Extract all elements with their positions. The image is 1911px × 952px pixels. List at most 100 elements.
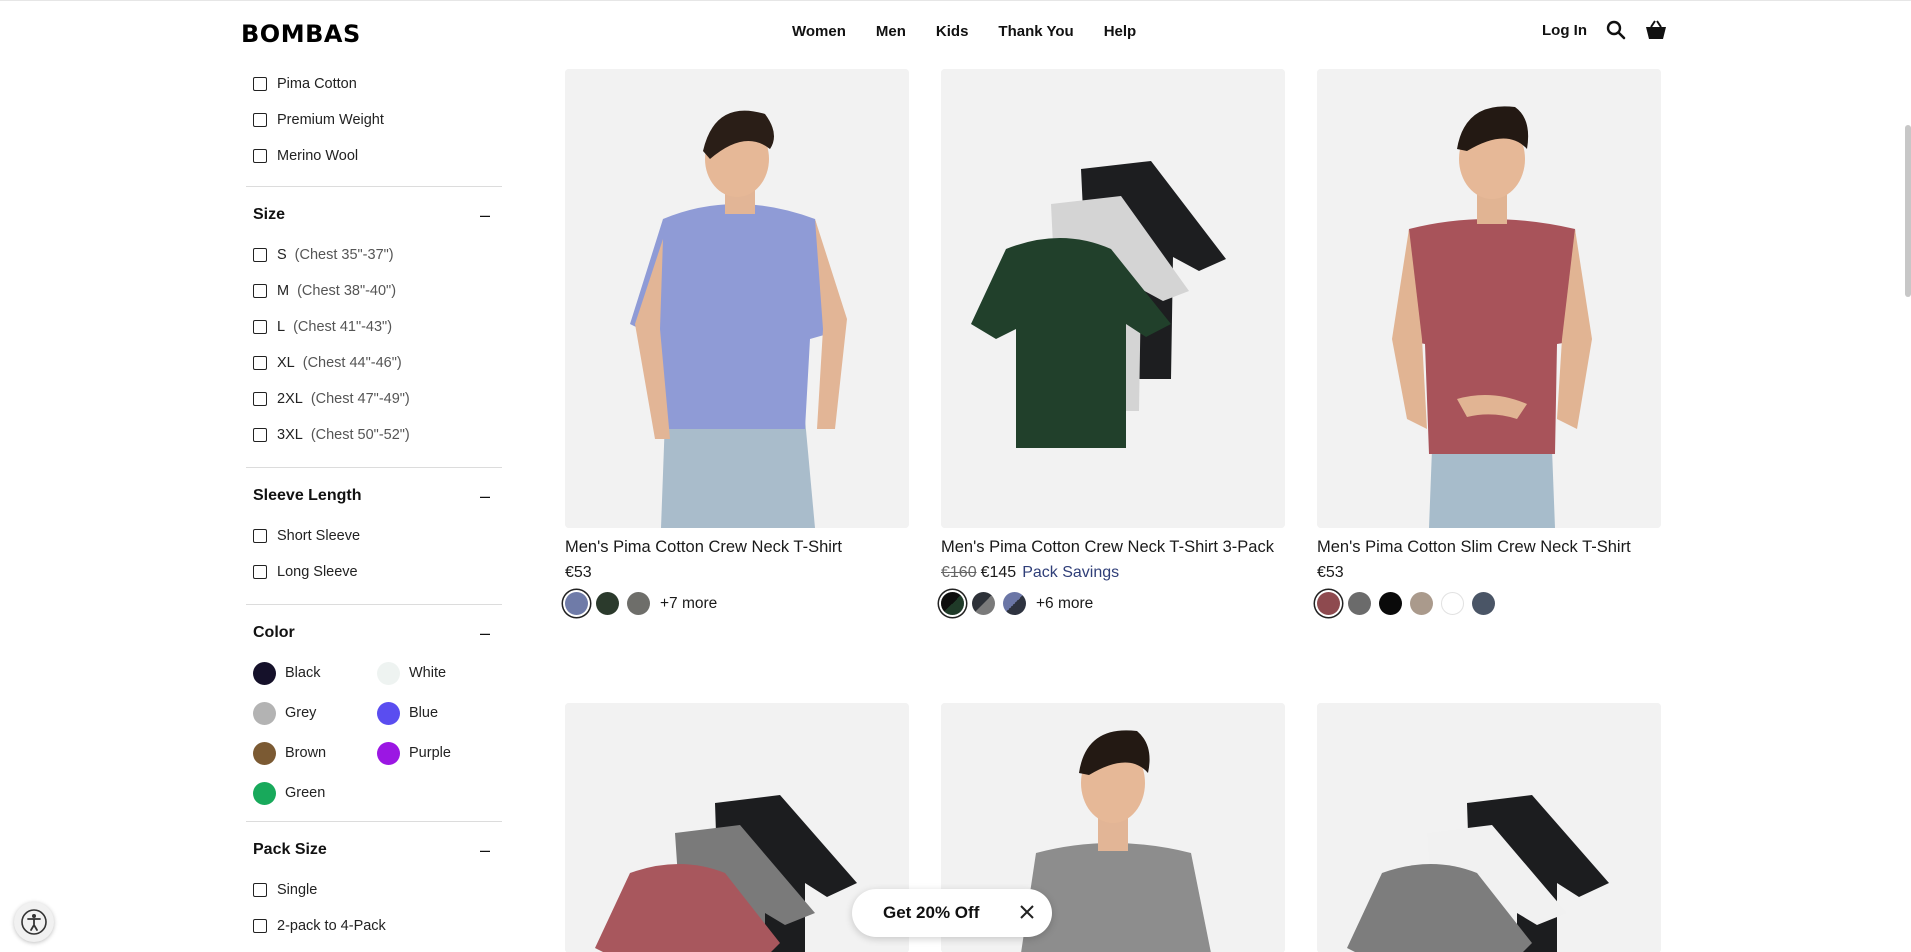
filter-color-green[interactable]: Green: [253, 773, 377, 813]
nav-women[interactable]: Women: [792, 23, 846, 40]
product-image[interactable]: [941, 69, 1285, 528]
checkbox[interactable]: [253, 248, 267, 262]
filter-size-3xl[interactable]: 3XL (Chest 50"-52"): [246, 417, 502, 453]
price: €53: [565, 564, 909, 582]
size-label: 2XL: [277, 391, 303, 407]
product-title[interactable]: Men's Pima Cotton Crew Neck T-Shirt: [565, 537, 909, 558]
checkbox[interactable]: [253, 565, 267, 579]
product-image[interactable]: [1317, 69, 1661, 528]
filter-size-l[interactable]: L (Chest 41"-43"): [246, 309, 502, 345]
swatch[interactable]: [1379, 592, 1402, 615]
close-icon[interactable]: [1018, 903, 1036, 926]
bombas-logo[interactable]: BOMBAS: [241, 20, 361, 48]
filter-size-m[interactable]: M (Chest 38"-40"): [246, 273, 502, 309]
filter-size-2xl[interactable]: 2XL (Chest 47"-49"): [246, 381, 502, 417]
checkbox[interactable]: [253, 284, 267, 298]
swatch[interactable]: [972, 592, 995, 615]
product-card[interactable]: Men's Pima Cotton Crew Neck T-Shirt €53 …: [565, 69, 909, 615]
product-card[interactable]: [1317, 703, 1661, 952]
search-icon[interactable]: [1605, 19, 1627, 41]
filter-color-brown[interactable]: Brown: [253, 733, 377, 773]
color-label: Brown: [285, 745, 327, 761]
swatch[interactable]: [1317, 592, 1340, 615]
nav-help[interactable]: Help: [1104, 23, 1137, 40]
checkbox[interactable]: [253, 392, 267, 406]
more-colors-link[interactable]: +6 more: [1036, 595, 1093, 613]
filter-long-sleeve[interactable]: Long Sleeve: [246, 554, 502, 590]
checkbox[interactable]: [253, 356, 267, 370]
filter-short-sleeve[interactable]: Short Sleeve: [246, 518, 502, 554]
sleeve-filter-header[interactable]: Sleeve Length –: [246, 468, 502, 524]
nav-kids[interactable]: Kids: [936, 23, 969, 40]
color-swatch[interactable]: [253, 701, 276, 725]
filter-pima-cotton[interactable]: Pima Cotton: [246, 66, 502, 102]
checkbox[interactable]: [253, 149, 267, 163]
filter-color-purple[interactable]: Purple: [377, 733, 501, 773]
swatch[interactable]: [627, 592, 650, 615]
pack-options: Single 2-pack to 4-Pack: [246, 872, 502, 944]
swatch[interactable]: [1410, 592, 1433, 615]
filter-color-white[interactable]: White: [377, 653, 501, 693]
filter-size-xl[interactable]: XL (Chest 44"-46"): [246, 345, 502, 381]
checkbox[interactable]: [253, 919, 267, 933]
header-actions: Log In: [1542, 19, 1667, 41]
color-swatch[interactable]: [377, 661, 400, 685]
color-swatch[interactable]: [253, 661, 276, 685]
product-title[interactable]: Men's Pima Cotton Crew Neck T-Shirt 3-Pa…: [941, 537, 1285, 558]
filter-2-to-4-pack[interactable]: 2-pack to 4-Pack: [246, 908, 502, 944]
product-image[interactable]: [1317, 703, 1661, 952]
main-nav: Women Men Kids Thank You Help: [792, 23, 1166, 40]
product-card[interactable]: Men's Pima Cotton Crew Neck T-Shirt 3-Pa…: [941, 69, 1285, 615]
checkbox[interactable]: [253, 320, 267, 334]
filter-merino-wool[interactable]: Merino Wool: [246, 138, 502, 174]
checkbox[interactable]: [253, 113, 267, 127]
size-label: L: [277, 319, 286, 335]
filter-label: Merino Wool: [277, 148, 359, 164]
filter-premium-weight[interactable]: Premium Weight: [246, 102, 502, 138]
swatch[interactable]: [941, 592, 964, 615]
checkbox[interactable]: [253, 883, 267, 897]
checkbox[interactable]: [253, 428, 267, 442]
nav-men[interactable]: Men: [876, 23, 906, 40]
collapse-icon[interactable]: –: [480, 206, 490, 224]
collapse-icon[interactable]: –: [480, 487, 490, 505]
collapse-icon[interactable]: –: [480, 841, 490, 859]
size-label: S: [277, 247, 287, 263]
promo-text[interactable]: Get 20% Off: [883, 903, 979, 923]
filter-sidebar: Pima Cotton Premium Weight Merino Wool S…: [246, 64, 502, 944]
swatch[interactable]: [1003, 592, 1026, 615]
swatch[interactable]: [1472, 592, 1495, 615]
swatch[interactable]: [596, 592, 619, 615]
filter-color-blue[interactable]: Blue: [377, 693, 501, 733]
cart-icon[interactable]: [1645, 19, 1667, 41]
swatch[interactable]: [1348, 592, 1371, 615]
product-title[interactable]: Men's Pima Cotton Slim Crew Neck T-Shirt: [1317, 537, 1661, 558]
site-header: BOMBAS Women Men Kids Thank You Help Log…: [0, 0, 1911, 64]
checkbox[interactable]: [253, 529, 267, 543]
color-swatch[interactable]: [253, 741, 276, 765]
accessibility-icon[interactable]: [14, 902, 54, 942]
swatch[interactable]: [1441, 592, 1464, 615]
page-scrollbar[interactable]: [1905, 125, 1911, 297]
checkbox[interactable]: [253, 77, 267, 91]
collapse-icon[interactable]: –: [480, 624, 490, 642]
price: €53: [1317, 564, 1661, 582]
more-colors-link[interactable]: +7 more: [660, 595, 717, 613]
color-swatch[interactable]: [377, 741, 400, 765]
filter-size-s[interactable]: S (Chest 35"-37"): [246, 237, 502, 273]
discount-promo[interactable]: Get 20% Off: [852, 889, 1052, 937]
product-image[interactable]: [565, 69, 909, 528]
product-card[interactable]: Men's Pima Cotton Slim Crew Neck T-Shirt…: [1317, 69, 1661, 615]
size-hint: (Chest 38"-40"): [297, 283, 397, 299]
nav-thank-you[interactable]: Thank You: [998, 23, 1073, 40]
swatch[interactable]: [565, 592, 588, 615]
color-swatch[interactable]: [253, 781, 276, 805]
size-filter-header[interactable]: Size –: [246, 187, 502, 243]
color-swatch[interactable]: [377, 701, 400, 725]
filter-single[interactable]: Single: [246, 872, 502, 908]
filter-color-black[interactable]: Black: [253, 653, 377, 693]
filter-color-grey[interactable]: Grey: [253, 693, 377, 733]
login-link[interactable]: Log In: [1542, 22, 1587, 39]
pack-filter-header[interactable]: Pack Size –: [246, 822, 502, 878]
size-options: S (Chest 35"-37") M (Chest 38"-40") L (Ches…: [246, 237, 502, 453]
